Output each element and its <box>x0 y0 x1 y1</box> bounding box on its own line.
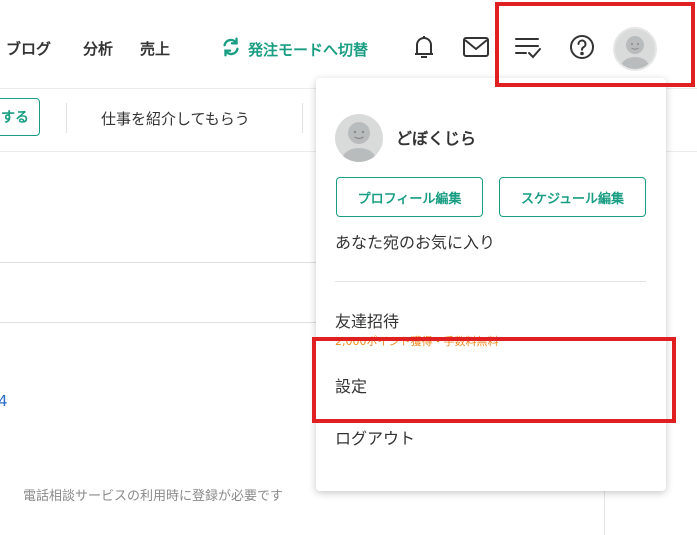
divider <box>302 103 303 133</box>
user-avatar <box>335 114 383 162</box>
invite-friends-link[interactable]: 友達招待 <box>335 308 399 332</box>
divider <box>335 281 646 282</box>
invite-promo-text: 2,000ポイント獲得・手数料無料 <box>335 335 499 348</box>
bell-icon[interactable] <box>410 33 438 61</box>
favorites-link[interactable]: あなた宛のお気に入り <box>335 229 495 253</box>
task-list-icon[interactable] <box>514 33 542 61</box>
mail-icon[interactable] <box>462 33 490 61</box>
top-header: ブログ 分析 売上 発注モードへ切替 <box>0 0 697 88</box>
divider <box>66 103 67 133</box>
link-fragment[interactable]: 4 <box>0 392 8 410</box>
order-mode-switch[interactable]: 発注モードへ切替 <box>220 36 368 62</box>
nav-blog[interactable]: ブログ <box>6 38 51 59</box>
avatar[interactable] <box>613 27 657 71</box>
divider <box>0 322 316 323</box>
request-introduction-link[interactable]: 仕事を紹介してもらう <box>101 108 250 129</box>
help-icon[interactable] <box>568 33 596 61</box>
settings-link[interactable]: 設定 <box>335 373 367 397</box>
phone-service-note: 電話相談サービスの利用時に登録が必要です <box>23 489 284 504</box>
nav-analytics[interactable]: 分析 <box>83 38 113 59</box>
user-name[interactable]: どぼくじら <box>396 125 476 149</box>
logout-link[interactable]: ログアウト <box>335 425 415 449</box>
profile-edit-button[interactable]: プロフィール編集 <box>336 177 483 217</box>
order-mode-label: 発注モードへ切替 <box>248 40 369 59</box>
divider <box>0 262 316 263</box>
sub-action-button[interactable]: する <box>0 98 40 136</box>
schedule-edit-button[interactable]: スケジュール編集 <box>499 177 646 217</box>
account-dropdown-menu: どぼくじら プロフィール編集 スケジュール編集 あなた宛のお気に入り 友達招待 … <box>316 78 666 491</box>
sync-icon <box>220 36 242 62</box>
nav-sales[interactable]: 売上 <box>140 38 170 59</box>
